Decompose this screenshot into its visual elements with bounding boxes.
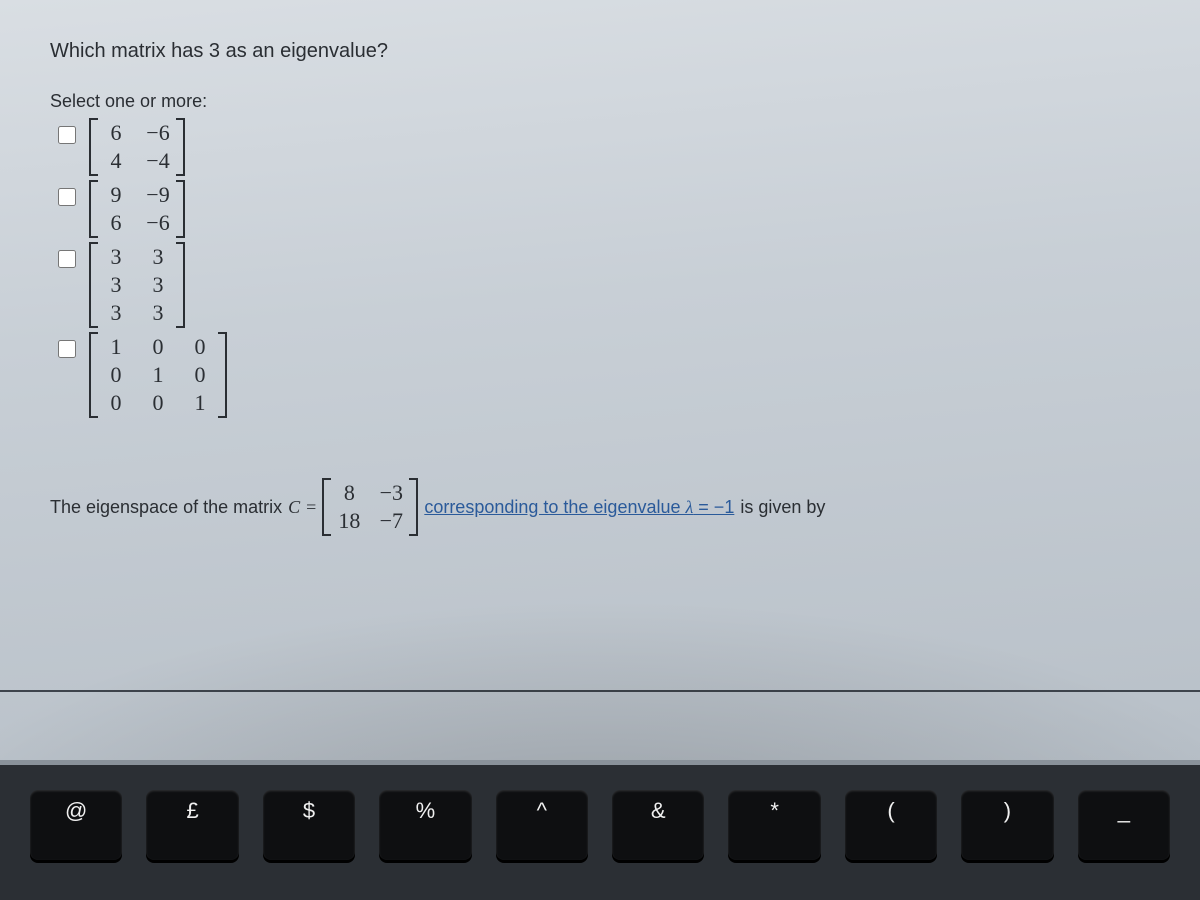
matrix-cell: 6 bbox=[104, 120, 128, 146]
keyboard-key[interactable]: _ bbox=[1078, 790, 1170, 860]
matrix-cell: 9 bbox=[104, 182, 128, 208]
question-2: The eigenspace of the matrix C = 8 −3 18 −7… bbox=[50, 478, 1150, 536]
keyboard-key[interactable]: ( bbox=[845, 790, 937, 860]
lambda-value: = −1 bbox=[693, 497, 734, 517]
matrix-cell: −4 bbox=[146, 148, 170, 174]
keyboard-key[interactable]: $ bbox=[263, 790, 355, 860]
equals-sign: = bbox=[306, 497, 316, 518]
keyboard-key[interactable]: ^ bbox=[496, 790, 588, 860]
keyboard-key[interactable]: @ bbox=[30, 790, 122, 860]
answer-option[interactable]: 9 −9 6 −6 bbox=[54, 180, 1150, 238]
matrix-cell: 6 bbox=[104, 210, 128, 236]
matrix-cell: 1 bbox=[104, 334, 128, 360]
matrix-cell: 3 bbox=[146, 244, 170, 270]
matrix-c: 8 −3 18 −7 bbox=[322, 478, 418, 536]
q2-midtext[interactable]: corresponding to the eigenvalue λ = −1 bbox=[424, 497, 734, 518]
answer-option[interactable]: 333333 bbox=[54, 242, 1150, 328]
matrix-cell: 3 bbox=[104, 272, 128, 298]
matrix-cell: 0 bbox=[188, 334, 212, 360]
matrix-cell: 8 bbox=[337, 480, 361, 506]
option-checkbox[interactable] bbox=[58, 340, 76, 358]
matrix-cell: 0 bbox=[146, 334, 170, 360]
select-instruction: Select one or more: bbox=[50, 91, 1150, 112]
quiz-screen: Which matrix has 3 as an eigenvalue? Sel… bbox=[0, 0, 1200, 760]
matrix-cell: −3 bbox=[379, 480, 403, 506]
keyboard-key[interactable]: ) bbox=[961, 790, 1053, 860]
q2-posttext: is given by bbox=[740, 497, 825, 518]
option-checkbox[interactable] bbox=[58, 250, 76, 268]
keyboard-key[interactable]: % bbox=[379, 790, 471, 860]
matrix: 6 −6 4 −4 bbox=[89, 118, 185, 176]
matrix: 9 −9 6 −6 bbox=[89, 180, 185, 238]
q2-pretext: The eigenspace of the matrix bbox=[50, 497, 282, 518]
matrix-cell: −6 bbox=[146, 210, 170, 236]
matrix-cell: 3 bbox=[146, 272, 170, 298]
matrix-cell: 0 bbox=[188, 362, 212, 388]
keyboard-top-row: @ £ $% ^&* () _ bbox=[0, 765, 1200, 900]
keyboard-key[interactable]: * bbox=[728, 790, 820, 860]
matrix-cell: 0 bbox=[146, 390, 170, 416]
matrix-cell: 0 bbox=[104, 390, 128, 416]
screen-bezel-line bbox=[0, 690, 1200, 692]
q2-link-text: corresponding to the eigenvalue bbox=[424, 497, 685, 517]
matrix-cell: 3 bbox=[146, 300, 170, 326]
answer-option[interactable]: 6 −6 4 −4 bbox=[54, 118, 1150, 176]
matrix-cell: 3 bbox=[104, 300, 128, 326]
matrix-cell: 4 bbox=[104, 148, 128, 174]
matrix-cell: 1 bbox=[188, 390, 212, 416]
answer-option[interactable]: 100010001 bbox=[54, 332, 1150, 418]
matrix-cell: 0 bbox=[104, 362, 128, 388]
option-checkbox[interactable] bbox=[58, 126, 76, 144]
matrix-cell: −6 bbox=[146, 120, 170, 146]
matrix-variable: C bbox=[288, 497, 300, 518]
question-prompt: Which matrix has 3 as an eigenvalue? bbox=[50, 40, 1150, 63]
matrix-cell: −7 bbox=[379, 508, 403, 534]
answer-options: 6−64−49−96−6333333100010001 bbox=[54, 118, 1150, 418]
matrix-cell: 1 bbox=[146, 362, 170, 388]
matrix-cell: 3 bbox=[104, 244, 128, 270]
option-checkbox[interactable] bbox=[58, 188, 76, 206]
keyboard-key[interactable]: & bbox=[612, 790, 704, 860]
matrix: 100010001 bbox=[89, 332, 227, 418]
matrix-cell: −9 bbox=[146, 182, 170, 208]
keyboard-key[interactable]: £ bbox=[146, 790, 238, 860]
matrix: 333333 bbox=[89, 242, 185, 328]
matrix-cell: 18 bbox=[337, 508, 361, 534]
